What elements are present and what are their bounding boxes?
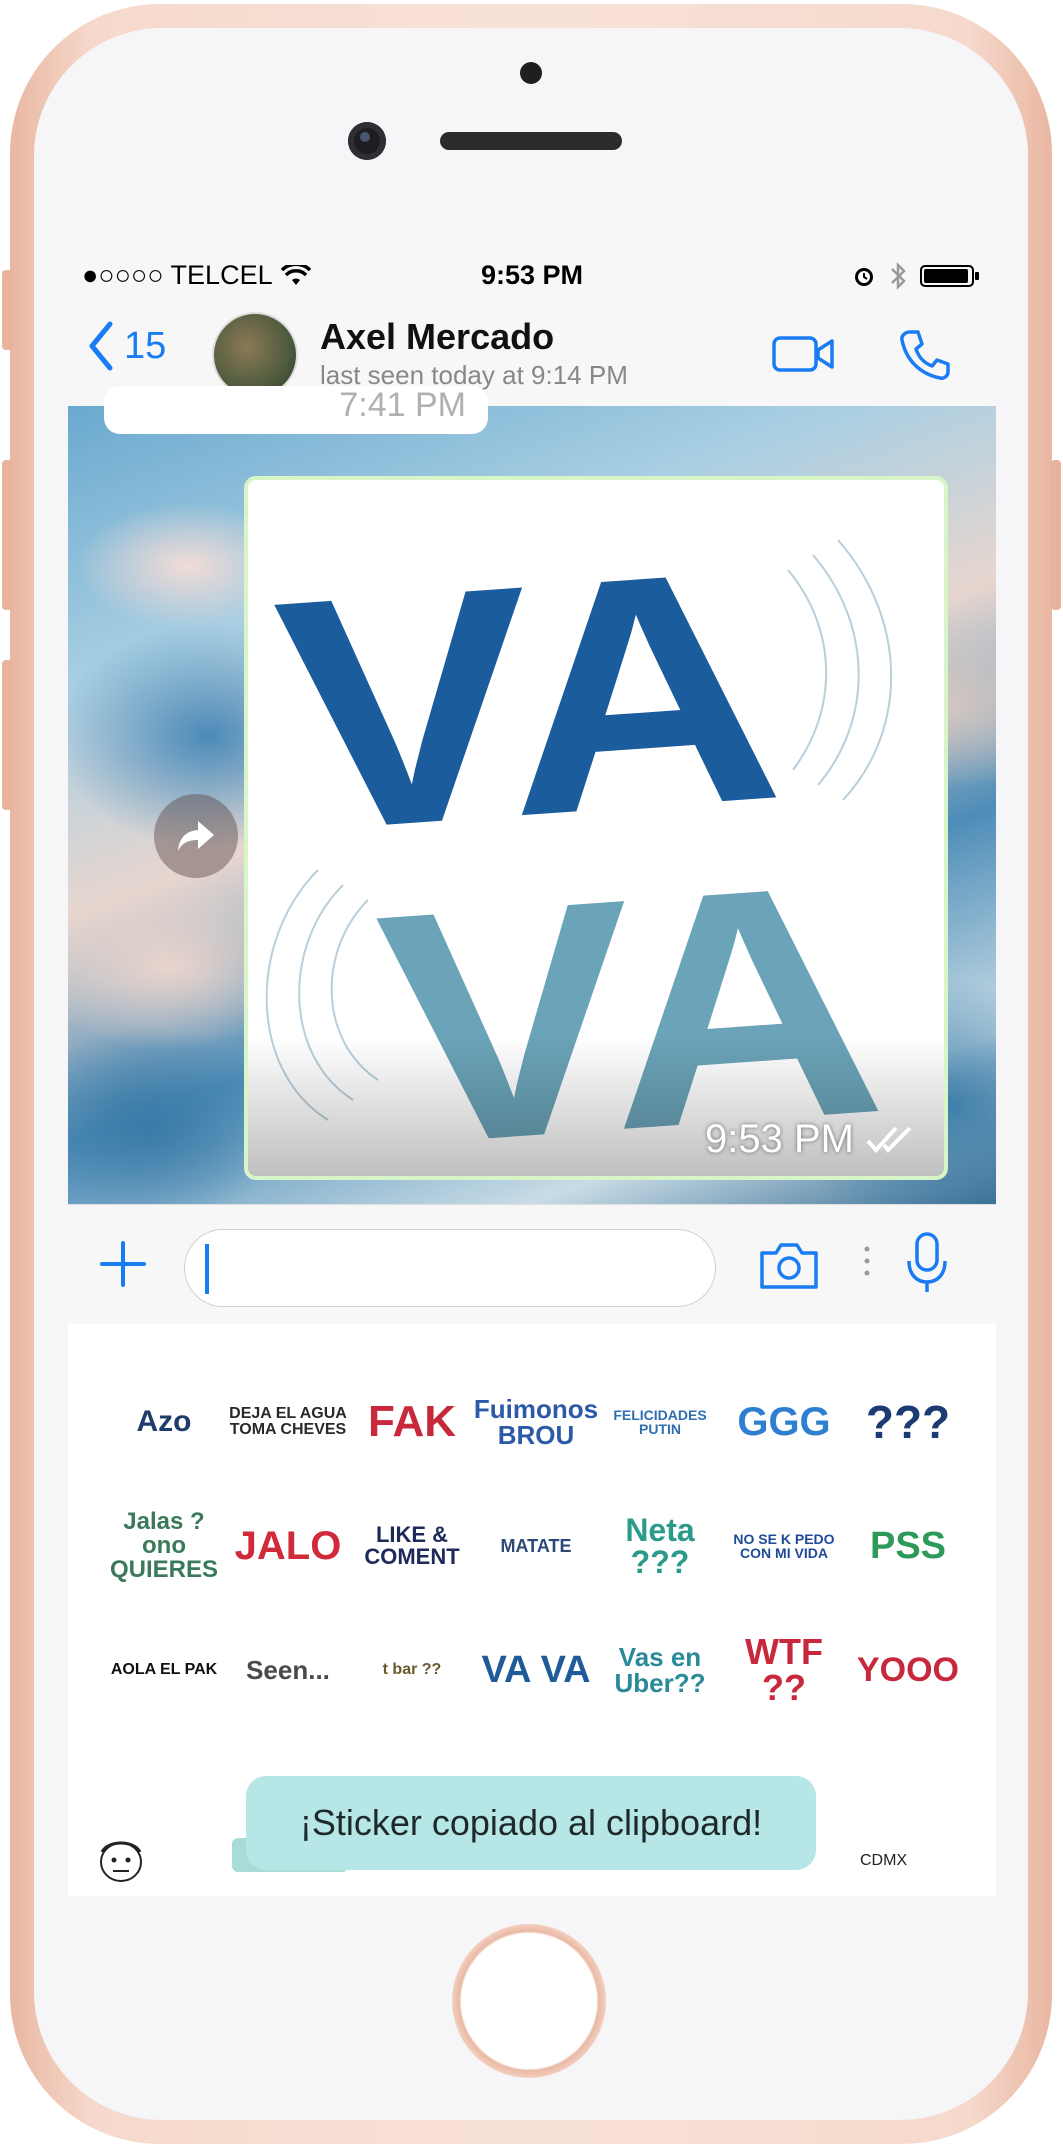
sticker-item[interactable]: GGG <box>722 1360 846 1484</box>
sticker-item[interactable]: DEJA EL AGUA TOMA CHEVES <box>226 1360 350 1484</box>
double-check-icon <box>866 1126 912 1153</box>
forward-arrow-icon <box>178 821 214 851</box>
back-button[interactable]: 15 <box>86 320 166 372</box>
sticker-keyboard: Azo DEJA EL AGUA TOMA CHEVES FAK Fuimonos B… <box>68 1324 996 1896</box>
forward-button[interactable] <box>154 794 238 878</box>
sticker-item[interactable]: Vas en Uber?? <box>598 1608 722 1732</box>
sticker-time-text: 9:53 PM <box>705 1117 854 1161</box>
sticker-item[interactable]: JALO <box>226 1484 350 1608</box>
sticker-item[interactable]: FELICIDADES PUTIN <box>598 1360 722 1484</box>
bluetooth-icon <box>891 262 906 290</box>
sticker-item[interactable]: FAK <box>350 1360 474 1484</box>
microphone-icon[interactable] <box>904 1231 950 1295</box>
sticker-item[interactable]: Fuimonos BROU <box>474 1360 598 1484</box>
status-bar: ●○○○○ TELCEL 9:53 PM <box>68 248 996 298</box>
battery-icon <box>920 265 979 287</box>
text-caret <box>205 1244 209 1294</box>
power-button <box>1051 460 1061 610</box>
sticker-item[interactable]: ??? <box>846 1360 970 1484</box>
sticker-item[interactable]: VA VA <box>474 1608 598 1732</box>
alarm-icon <box>855 268 873 286</box>
separator-dots-icon <box>864 1246 870 1276</box>
volume-up-button <box>2 460 12 610</box>
face-logo-icon[interactable] <box>94 1838 148 1884</box>
sticker-timestamp: 9:53 PM <box>705 1117 920 1162</box>
contact-name[interactable]: Axel Mercado <box>320 316 554 358</box>
sticker-item[interactable]: WTF ?? <box>722 1608 846 1732</box>
previous-message-bubble[interactable]: 7:41 PM <box>104 386 488 434</box>
region-label: CDMX <box>860 1852 908 1869</box>
sticker-item[interactable]: AOLA EL PAK <box>102 1608 226 1732</box>
chat-area[interactable]: 7:41 PM VA VA 9:53 PM <box>68 386 996 1204</box>
sticker-grid: Azo DEJA EL AGUA TOMA CHEVES FAK Fuimonos B… <box>102 1360 970 1732</box>
camera-icon[interactable] <box>758 1239 820 1291</box>
message-input[interactable] <box>184 1229 716 1307</box>
sticker-item[interactable]: YOOO <box>846 1608 970 1732</box>
sticker-item[interactable]: MATATE <box>474 1484 598 1608</box>
sticker-item[interactable]: PSS <box>846 1484 970 1608</box>
proximity-sensor <box>520 62 542 84</box>
video-call-icon[interactable] <box>772 334 836 374</box>
sticker-item[interactable]: NO SE K PEDO CON MI VIDA <box>722 1484 846 1608</box>
sticker-item[interactable]: Azo <box>102 1360 226 1484</box>
screen: ●○○○○ TELCEL 9:53 PM 15 Axel Mercado las… <box>68 248 996 1896</box>
sticker-item[interactable]: LIKE & COMENT <box>350 1484 474 1608</box>
volume-down-button <box>2 660 12 810</box>
sticker-item[interactable]: Neta ??? <box>598 1484 722 1608</box>
earpiece-speaker <box>440 132 622 150</box>
sticker-message[interactable]: VA VA 9:53 PM <box>244 476 948 1180</box>
home-button[interactable] <box>452 1924 606 2078</box>
sticker-item[interactable]: Jalas ? ono QUIERES <box>102 1484 226 1608</box>
front-camera <box>348 122 386 160</box>
sticker-item[interactable]: t bar ?? <box>350 1608 474 1732</box>
plus-icon[interactable] <box>98 1239 148 1289</box>
chevron-left-icon <box>89 321 113 371</box>
previous-message-time: 7:41 PM <box>339 386 466 424</box>
mute-switch <box>2 270 12 350</box>
phone-call-icon[interactable] <box>898 328 952 382</box>
copied-toast: ¡Sticker copiado al clipboard! <box>246 1776 816 1870</box>
message-input-bar <box>68 1204 996 1325</box>
back-count: 15 <box>124 324 167 367</box>
sticker-item[interactable]: Seen... <box>226 1608 350 1732</box>
